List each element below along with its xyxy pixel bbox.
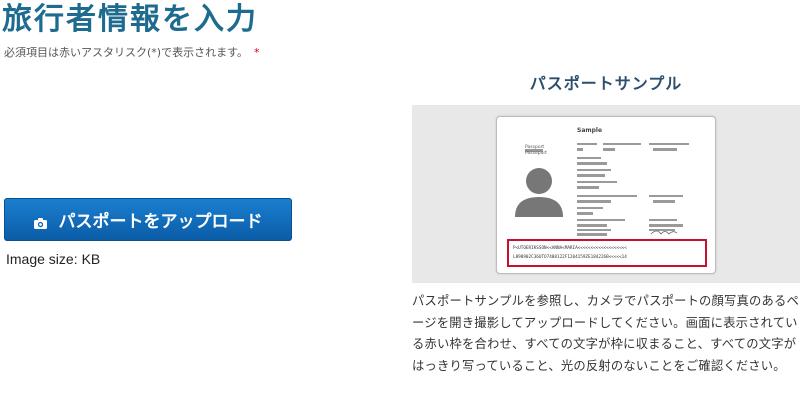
card-doc-type: Passport Passeport [525,145,547,157]
sample-description: パスポートサンプルを参照し、カメラでパスポートの顔写真のあるページを開き撮影して… [412,294,800,373]
image-size-label: Image size: [6,251,78,267]
upload-button-label: パスポートをアップロード [58,212,263,231]
required-asterisk: * [253,46,260,59]
mrz-line-1: P<UTOERIKSSON<<ANNA<MARIA<<<<<<<<<<<<<<<… [513,246,627,251]
required-note: 必須項目は赤いアスタリスク(*)で表示されます。 * [4,45,259,61]
upload-passport-button[interactable]: パスポートをアップロード [4,198,292,241]
camera-icon [33,214,47,229]
person-silhouette-body [515,197,563,217]
image-size-value: KB [81,251,101,267]
mrz-line-2: L898902C36UTO7408122F1204159ZE184226B<<<… [513,255,627,260]
card-heading: Sample [577,127,603,134]
person-silhouette-head [526,168,552,194]
image-size: Image size: KB [6,251,100,267]
required-note-text: 必須項目は赤いアスタリスク(*)で表示されます。 [4,46,248,59]
passport-sample-card: Sample Passport Passeport P<UTOERIKSSON<… [496,116,716,274]
signature-scribble [650,230,678,235]
passport-sample-image: Sample Passport Passeport P<UTOERIKSSON<… [412,105,800,283]
sample-title: パスポートサンプル [529,74,683,93]
page-title: 旅行者情報を入力 [2,2,258,37]
mrz-highlight-frame: P<UTOERIKSSON<<ANNA<MARIA<<<<<<<<<<<<<<<… [507,239,707,267]
card-doc-type-fr: Passeport [525,151,547,156]
